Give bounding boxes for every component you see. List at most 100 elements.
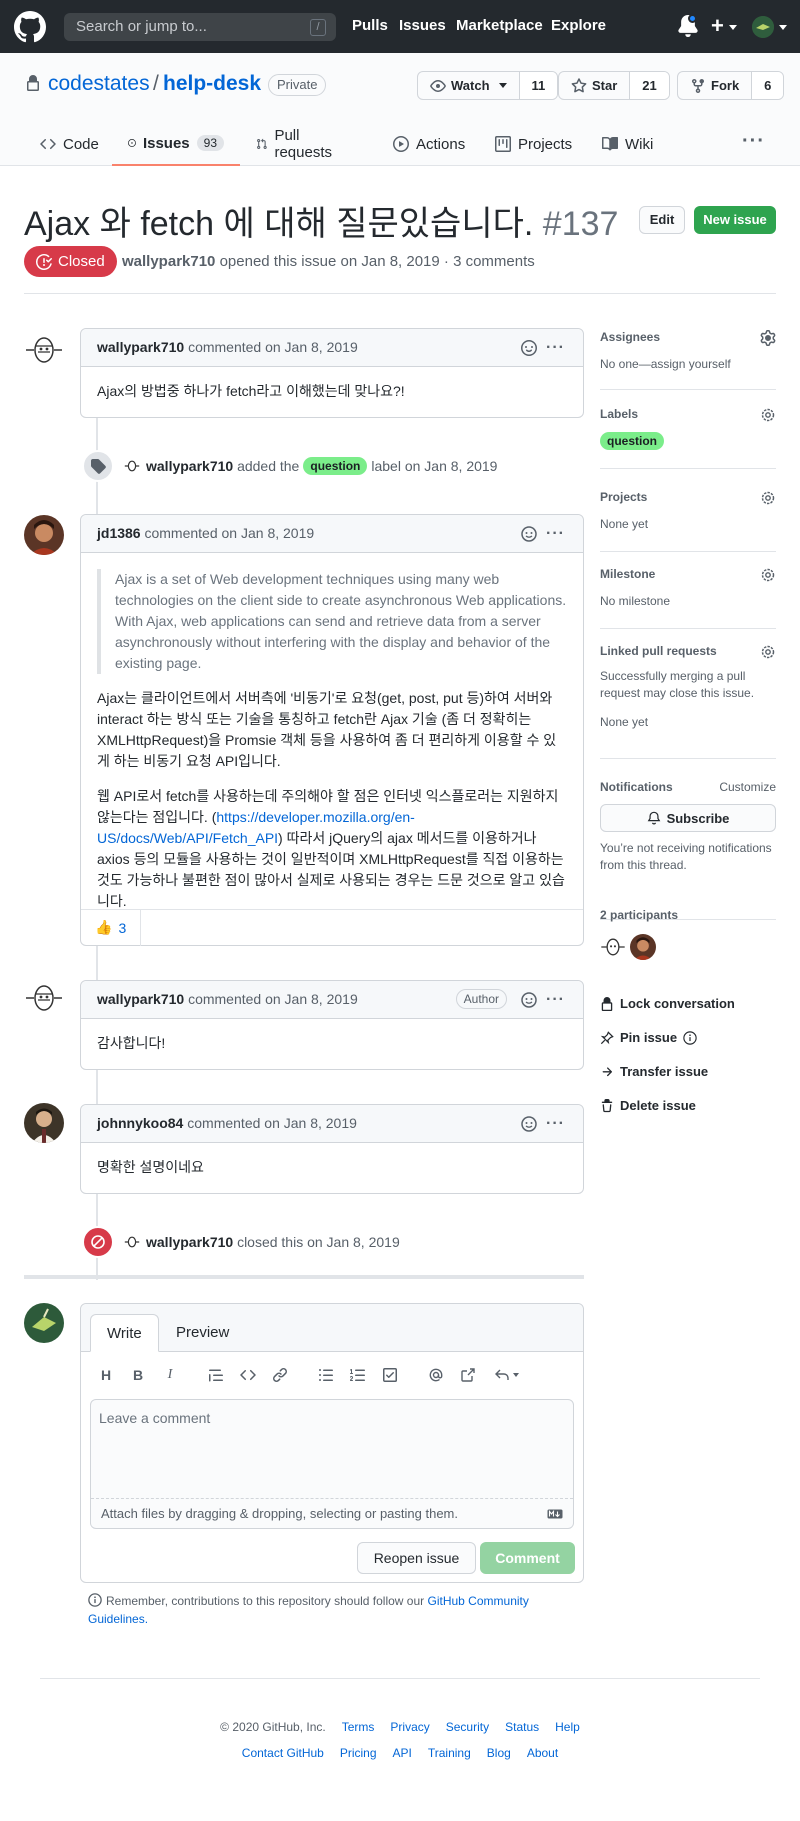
fork-count[interactable]: 6 [751, 72, 784, 99]
footer-link-blog[interactable]: Blog [487, 1746, 511, 1760]
nav-pulls[interactable]: Pulls [352, 17, 388, 34]
delete-issue-button[interactable]: Delete issue [600, 1098, 696, 1113]
unordered-list-icon[interactable] [315, 1364, 337, 1386]
link-icon[interactable] [269, 1364, 291, 1386]
create-new-plus-icon[interactable]: + [711, 13, 724, 39]
star-count[interactable]: 21 [629, 72, 669, 99]
issue-author-link[interactable]: wallypark710 [122, 253, 215, 270]
reply-icon[interactable] [489, 1364, 523, 1386]
comment-author[interactable]: wallypark710 [97, 991, 184, 1007]
add-reaction-icon[interactable] [521, 340, 537, 356]
customize-notifications-link[interactable]: Customize [719, 780, 776, 794]
new-issue-button[interactable]: New issue [694, 206, 776, 234]
quote-icon[interactable] [205, 1364, 227, 1386]
avatar[interactable] [24, 515, 64, 555]
lock-conversation-button[interactable]: Lock conversation [600, 996, 735, 1011]
tab-issues[interactable]: Issues 93 [112, 122, 240, 166]
repo-name-link[interactable]: help-desk [163, 72, 261, 96]
labels-title[interactable]: Labels [600, 407, 776, 421]
add-reaction-icon[interactable] [521, 1116, 537, 1132]
user-avatar[interactable] [752, 16, 774, 38]
cross-reference-icon[interactable] [457, 1364, 479, 1386]
projects-title[interactable]: Projects [600, 490, 776, 504]
comment-meta[interactable]: commented on Jan 8, 2019 [187, 1115, 357, 1131]
code-icon[interactable] [237, 1364, 259, 1386]
event-actor[interactable]: wallypark710 [146, 1234, 233, 1250]
tab-pull-requests[interactable]: Pull requests [256, 122, 337, 166]
edit-title-button[interactable]: Edit [639, 206, 685, 234]
reopen-issue-button[interactable]: Reopen issue [357, 1542, 476, 1574]
comment-author[interactable]: johnnykoo84 [97, 1115, 183, 1131]
fork-button[interactable]: Fork [678, 72, 751, 99]
nav-marketplace[interactable]: Marketplace [456, 17, 543, 34]
footer-link-training[interactable]: Training [428, 1746, 471, 1760]
nav-issues[interactable]: Issues [399, 17, 446, 34]
comment-author[interactable]: jd1386 [97, 525, 141, 541]
gear-icon[interactable] [760, 407, 776, 423]
tab-actions[interactable]: Actions [393, 122, 465, 166]
footer-link-security[interactable]: Security [446, 1720, 489, 1734]
mention-icon[interactable] [425, 1364, 447, 1386]
heading-icon[interactable]: H [95, 1364, 117, 1386]
avatar[interactable] [24, 1103, 64, 1143]
event-actor[interactable]: wallypark710 [146, 458, 233, 474]
add-reaction-icon[interactable] [521, 526, 537, 542]
subscribe-button[interactable]: Subscribe [600, 804, 776, 832]
tab-preview[interactable]: Preview [160, 1314, 245, 1352]
footer-link-status[interactable]: Status [505, 1720, 539, 1734]
add-reaction-icon[interactable] [521, 992, 537, 1008]
gear-icon[interactable] [760, 330, 776, 346]
watch-button[interactable]: Watch [418, 72, 519, 99]
avatar[interactable] [124, 458, 140, 474]
linked-prs-title[interactable]: Linked pull requests [600, 644, 776, 658]
footer-link-api[interactable]: API [393, 1746, 412, 1760]
task-list-icon[interactable] [379, 1364, 401, 1386]
avatar[interactable] [630, 934, 656, 960]
watch-count[interactable]: 11 [518, 72, 558, 99]
tab-write[interactable]: Write [90, 1314, 159, 1352]
star-button[interactable]: Star [559, 72, 629, 99]
gear-icon[interactable] [760, 644, 776, 660]
comment-author[interactable]: wallypark710 [97, 339, 184, 355]
attach-files-area[interactable]: Attach files by dragging & dropping, sel… [91, 1498, 573, 1528]
repo-owner-link[interactable]: codestates [48, 72, 150, 96]
italic-icon[interactable]: I [159, 1364, 181, 1386]
gear-icon[interactable] [760, 567, 776, 583]
assignees-title[interactable]: Assignees [600, 330, 776, 344]
tab-code[interactable]: Code [40, 122, 99, 166]
more-tabs-kebab-icon[interactable]: ··· [742, 130, 765, 153]
footer-link-privacy[interactable]: Privacy [390, 1720, 429, 1734]
comment-meta[interactable]: commented on Jan 8, 2019 [144, 525, 314, 541]
gear-icon[interactable] [760, 490, 776, 506]
comment-meta[interactable]: commented on Jan 8, 2019 [188, 991, 358, 1007]
assignees-value[interactable]: No one—assign yourself [600, 356, 776, 373]
footer-link-contact[interactable]: Contact GitHub [242, 1746, 324, 1760]
search-input[interactable]: Search or jump to... / [64, 13, 336, 41]
footer-link-pricing[interactable]: Pricing [340, 1746, 377, 1760]
ordered-list-icon[interactable] [347, 1364, 369, 1386]
comment-textarea[interactable]: Leave a comment Attach files by dragging… [90, 1399, 574, 1529]
milestone-title[interactable]: Milestone [600, 567, 776, 581]
nav-explore[interactable]: Explore [551, 17, 606, 34]
avatar[interactable] [600, 934, 626, 960]
comment-options-kebab-icon[interactable]: ··· [546, 515, 565, 552]
pin-issue-button[interactable]: Pin issue [600, 1030, 697, 1045]
tab-wiki[interactable]: Wiki [602, 122, 653, 166]
footer-link-terms[interactable]: Terms [342, 1720, 375, 1734]
info-icon[interactable] [683, 1030, 697, 1045]
question-label[interactable]: question [303, 457, 368, 475]
thumbs-up-reaction[interactable]: 👍 3 [81, 909, 142, 946]
avatar[interactable] [24, 330, 64, 370]
comment-submit-button[interactable]: Comment [480, 1542, 575, 1574]
comment-options-kebab-icon[interactable]: ··· [546, 329, 565, 366]
tab-projects[interactable]: Projects [495, 122, 572, 166]
footer-link-about[interactable]: About [527, 1746, 558, 1760]
footer-link-help[interactable]: Help [555, 1720, 580, 1734]
question-label[interactable]: question [600, 432, 664, 450]
transfer-issue-button[interactable]: Transfer issue [600, 1064, 708, 1079]
comment-options-kebab-icon[interactable]: ··· [546, 981, 565, 1018]
avatar[interactable] [124, 1234, 140, 1250]
avatar[interactable] [24, 978, 64, 1018]
bold-icon[interactable]: B [127, 1364, 149, 1386]
github-logo-icon[interactable] [14, 11, 46, 43]
